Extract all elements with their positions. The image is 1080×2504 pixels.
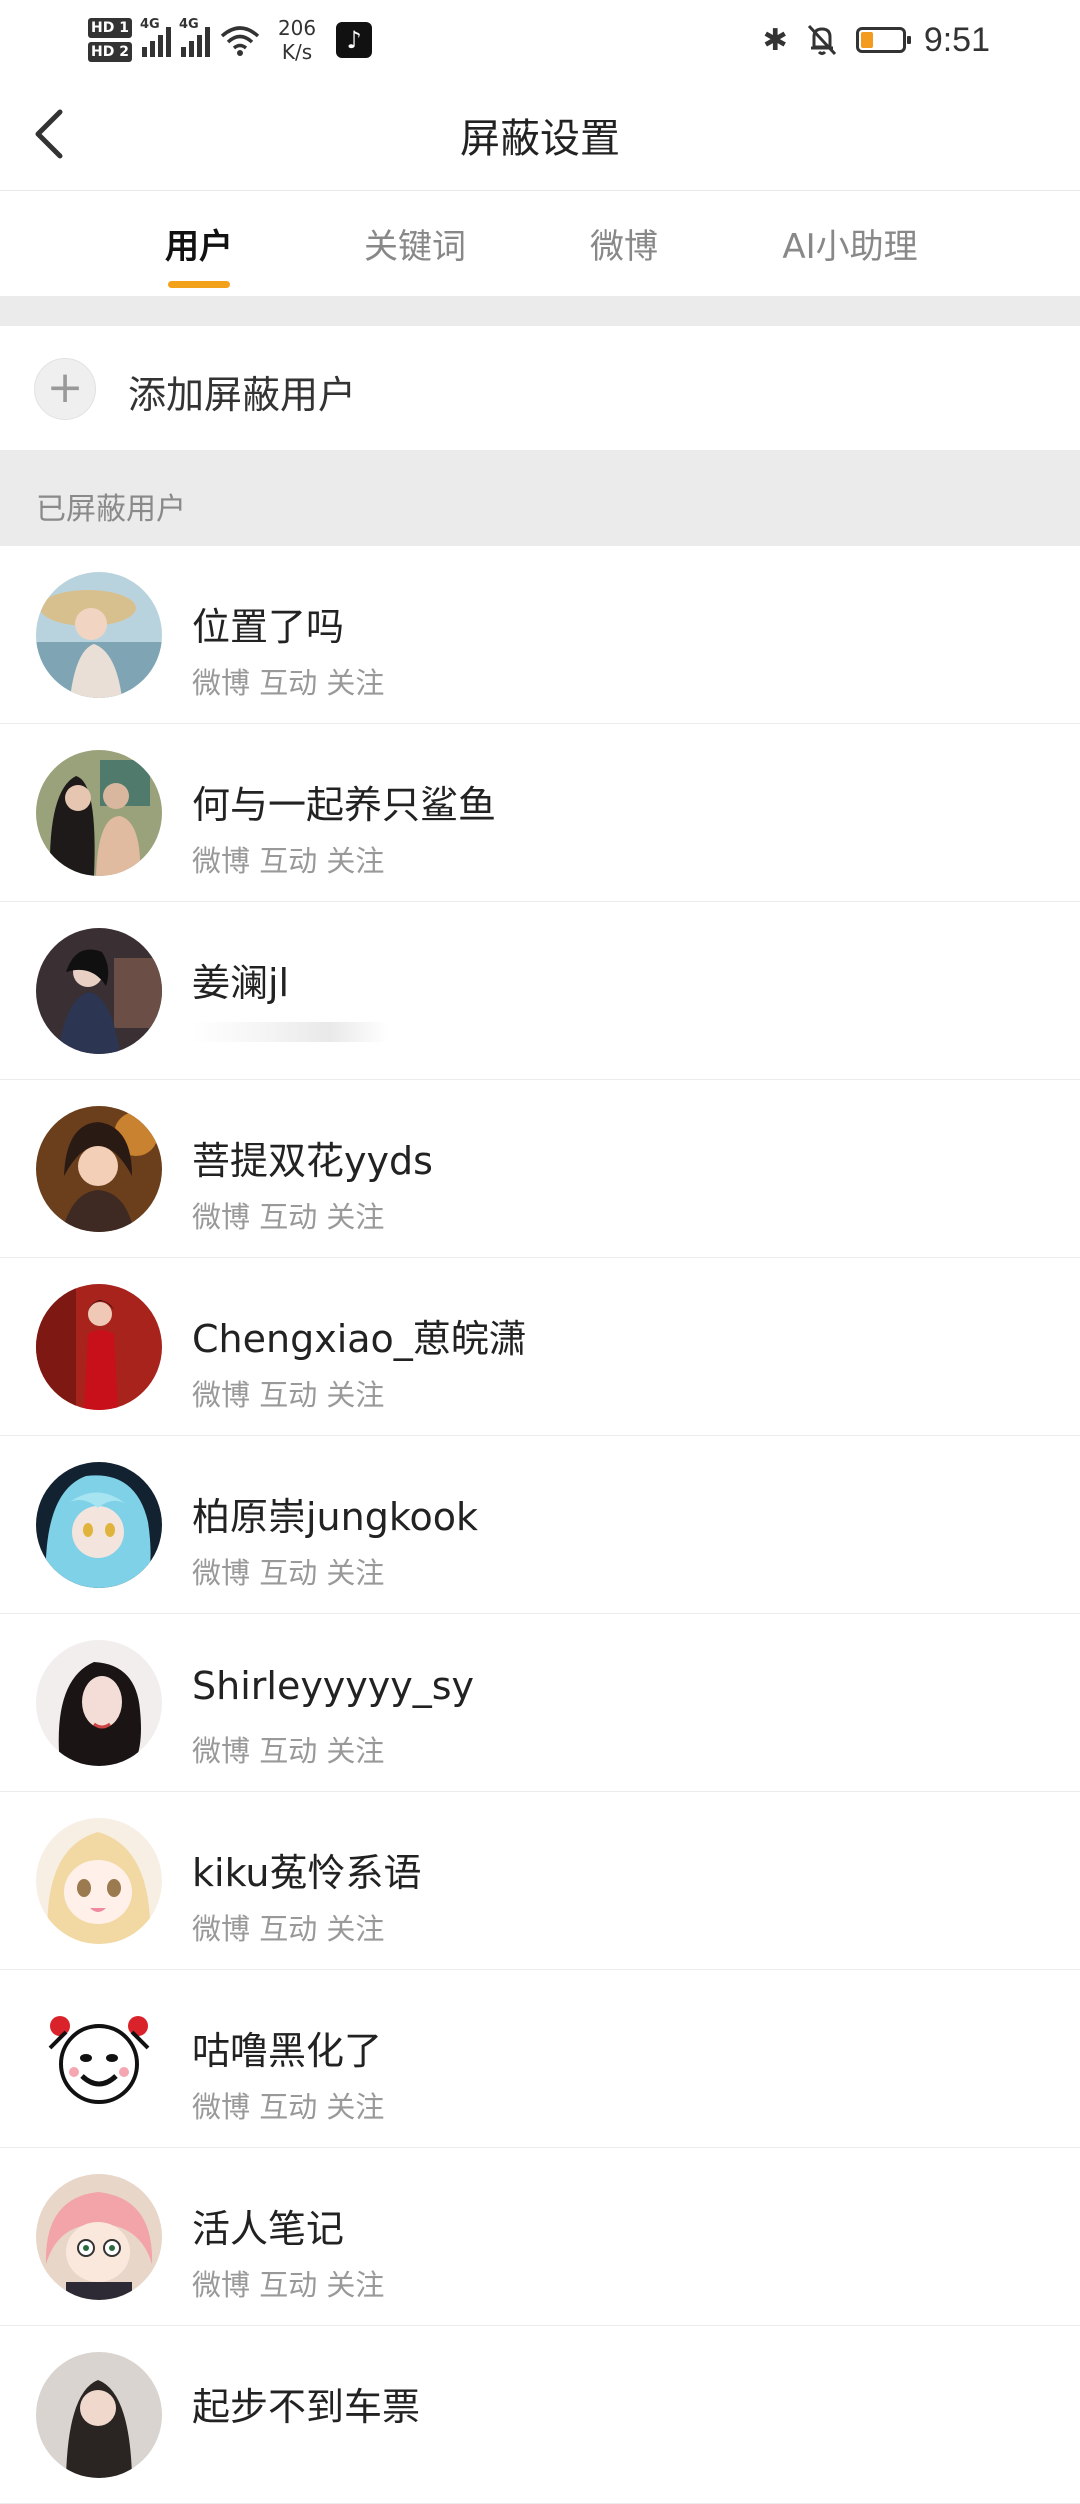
- bell-muted-icon: [807, 24, 836, 56]
- wifi-icon: [220, 26, 260, 56]
- list-item[interactable]: 菩提双花yyds 微博 互动 关注: [0, 1080, 1080, 1258]
- avatar[interactable]: [36, 1640, 162, 1766]
- network-type-2: 4G: [178, 17, 199, 32]
- page-title: 屏蔽设置: [460, 116, 620, 162]
- status-time: 9:51: [923, 20, 990, 59]
- add-blocked-user-button[interactable]: + 添加屏蔽用户: [0, 326, 1080, 450]
- avatar[interactable]: [36, 928, 162, 1054]
- tab-keywords[interactable]: 关键词: [364, 219, 466, 268]
- avatar[interactable]: [36, 750, 162, 876]
- tab-weibo[interactable]: 微博: [590, 219, 658, 268]
- hd-indicators: HD 1 HD 2: [88, 18, 132, 62]
- blocked-users-title: 已屏蔽用户: [36, 492, 186, 527]
- signal-1-icon: 4G: [140, 17, 171, 57]
- active-tab-indicator: [168, 281, 230, 288]
- avatar[interactable]: [36, 1818, 162, 1944]
- user-name: 何与一起养只鲨鱼: [192, 783, 497, 827]
- user-block-scope: 微博 互动 关注: [192, 1200, 385, 1234]
- user-name: 位置了吗: [192, 605, 345, 649]
- speed-unit: K/s: [281, 40, 313, 64]
- status-right: ✱ 9:51: [763, 14, 990, 66]
- list-item[interactable]: 姜澜jl: [0, 902, 1080, 1080]
- user-name: 活人笔记: [192, 2207, 345, 2251]
- user-block-scope: 微博 互动 关注: [192, 1912, 385, 1946]
- hd2-badge: HD 2: [88, 42, 132, 62]
- tab-users[interactable]: 用户: [165, 219, 233, 268]
- battery-low-icon: [855, 27, 911, 53]
- user-name: 菩提双花yyds: [192, 1139, 433, 1183]
- avatar[interactable]: [36, 1106, 162, 1232]
- status-bar: HD 1 HD 2 4G 4G 206 K/s ♪ ✱ 9:51: [0, 0, 1080, 80]
- network-speed: 206 K/s: [278, 16, 316, 64]
- list-item[interactable]: kiku菟怜系语 微博 互动 关注: [0, 1792, 1080, 1970]
- blocked-users-list: 位置了吗 微博 互动 关注 何与一起养只鲨鱼 微博 互动 关注 姜澜jl 菩提双…: [0, 546, 1080, 2504]
- hd1-badge: HD 1: [88, 18, 132, 38]
- tiktok-icon: ♪: [336, 22, 373, 58]
- list-item[interactable]: 柏原崇jungkook 微博 互动 关注: [0, 1436, 1080, 1614]
- avatar[interactable]: [36, 2352, 162, 2478]
- list-item[interactable]: Shirleyyyyy_sy 微博 互动 关注: [0, 1614, 1080, 1792]
- list-item[interactable]: 何与一起养只鲨鱼 微博 互动 关注: [0, 724, 1080, 902]
- list-item[interactable]: 咕噜黑化了 微博 互动 关注: [0, 1970, 1080, 2148]
- user-block-scope: [192, 1022, 388, 1042]
- user-name: Chengxiao_葸皖潇: [192, 1317, 527, 1361]
- user-name: Shirleyyyyy_sy: [192, 1664, 475, 1708]
- user-block-scope: 微博 互动 关注: [192, 844, 385, 878]
- avatar[interactable]: [36, 1462, 162, 1588]
- tab-bar: 用户 关键词 微博 AI小助理: [0, 191, 1080, 296]
- plus-icon: +: [34, 358, 96, 420]
- avatar[interactable]: [36, 1996, 162, 2122]
- user-name: 柏原崇jungkook: [192, 1495, 479, 1539]
- avatar[interactable]: [36, 572, 162, 698]
- user-name: 咕噜黑化了: [192, 2029, 383, 2073]
- user-block-scope: 微博 互动 关注: [192, 1556, 385, 1590]
- list-item[interactable]: 位置了吗 微博 互动 关注: [0, 546, 1080, 724]
- add-blocked-user-label: 添加屏蔽用户: [128, 373, 357, 417]
- nav-header: 屏蔽设置: [0, 80, 1080, 191]
- user-name: 起步不到车票: [192, 2385, 421, 2429]
- section-divider: [0, 296, 1080, 326]
- blocked-users-header: 已屏蔽用户: [0, 450, 1080, 546]
- network-type-1: 4G: [139, 17, 160, 32]
- bluetooth-icon: ✱: [762, 22, 788, 58]
- user-block-scope: 微博 互动 关注: [192, 666, 385, 700]
- list-item[interactable]: 活人笔记 微博 互动 关注: [0, 2148, 1080, 2326]
- user-block-scope: 微博 互动 关注: [192, 2268, 385, 2302]
- signal-2-icon: 4G: [179, 17, 210, 57]
- user-block-scope: 微博 互动 关注: [192, 1734, 385, 1768]
- status-left: HD 1 HD 2 4G 4G 206 K/s ♪: [88, 10, 373, 70]
- list-item[interactable]: Chengxiao_葸皖潇 微博 互动 关注: [0, 1258, 1080, 1436]
- user-name: kiku菟怜系语: [192, 1851, 422, 1895]
- avatar[interactable]: [36, 1284, 162, 1410]
- tab-ai-assistant[interactable]: AI小助理: [782, 219, 917, 268]
- user-block-scope: 微博 互动 关注: [192, 2090, 385, 2124]
- speed-value: 206: [277, 16, 317, 40]
- avatar[interactable]: [36, 2174, 162, 2300]
- list-item[interactable]: 起步不到车票: [0, 2326, 1080, 2504]
- user-name: 姜澜jl: [192, 961, 290, 1005]
- user-block-scope: 微博 互动 关注: [192, 1378, 385, 1412]
